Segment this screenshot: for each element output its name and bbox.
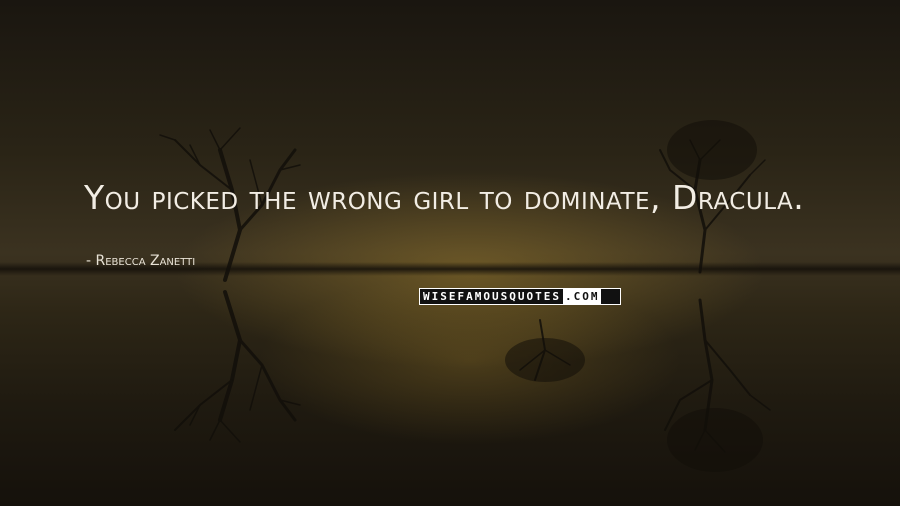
- quote-card: You picked the wrong girl to dominate, D…: [0, 0, 900, 506]
- watermark-tld: .COM: [562, 289, 602, 304]
- quote-text: You picked the wrong girl to dominate, D…: [84, 178, 805, 217]
- quote-author: - Rebecca Zanetti: [86, 253, 196, 269]
- watermark-logo: WISEFAMOUSQUOTES .COM: [419, 288, 621, 305]
- watermark-main: WISEFAMOUSQUOTES: [423, 290, 561, 303]
